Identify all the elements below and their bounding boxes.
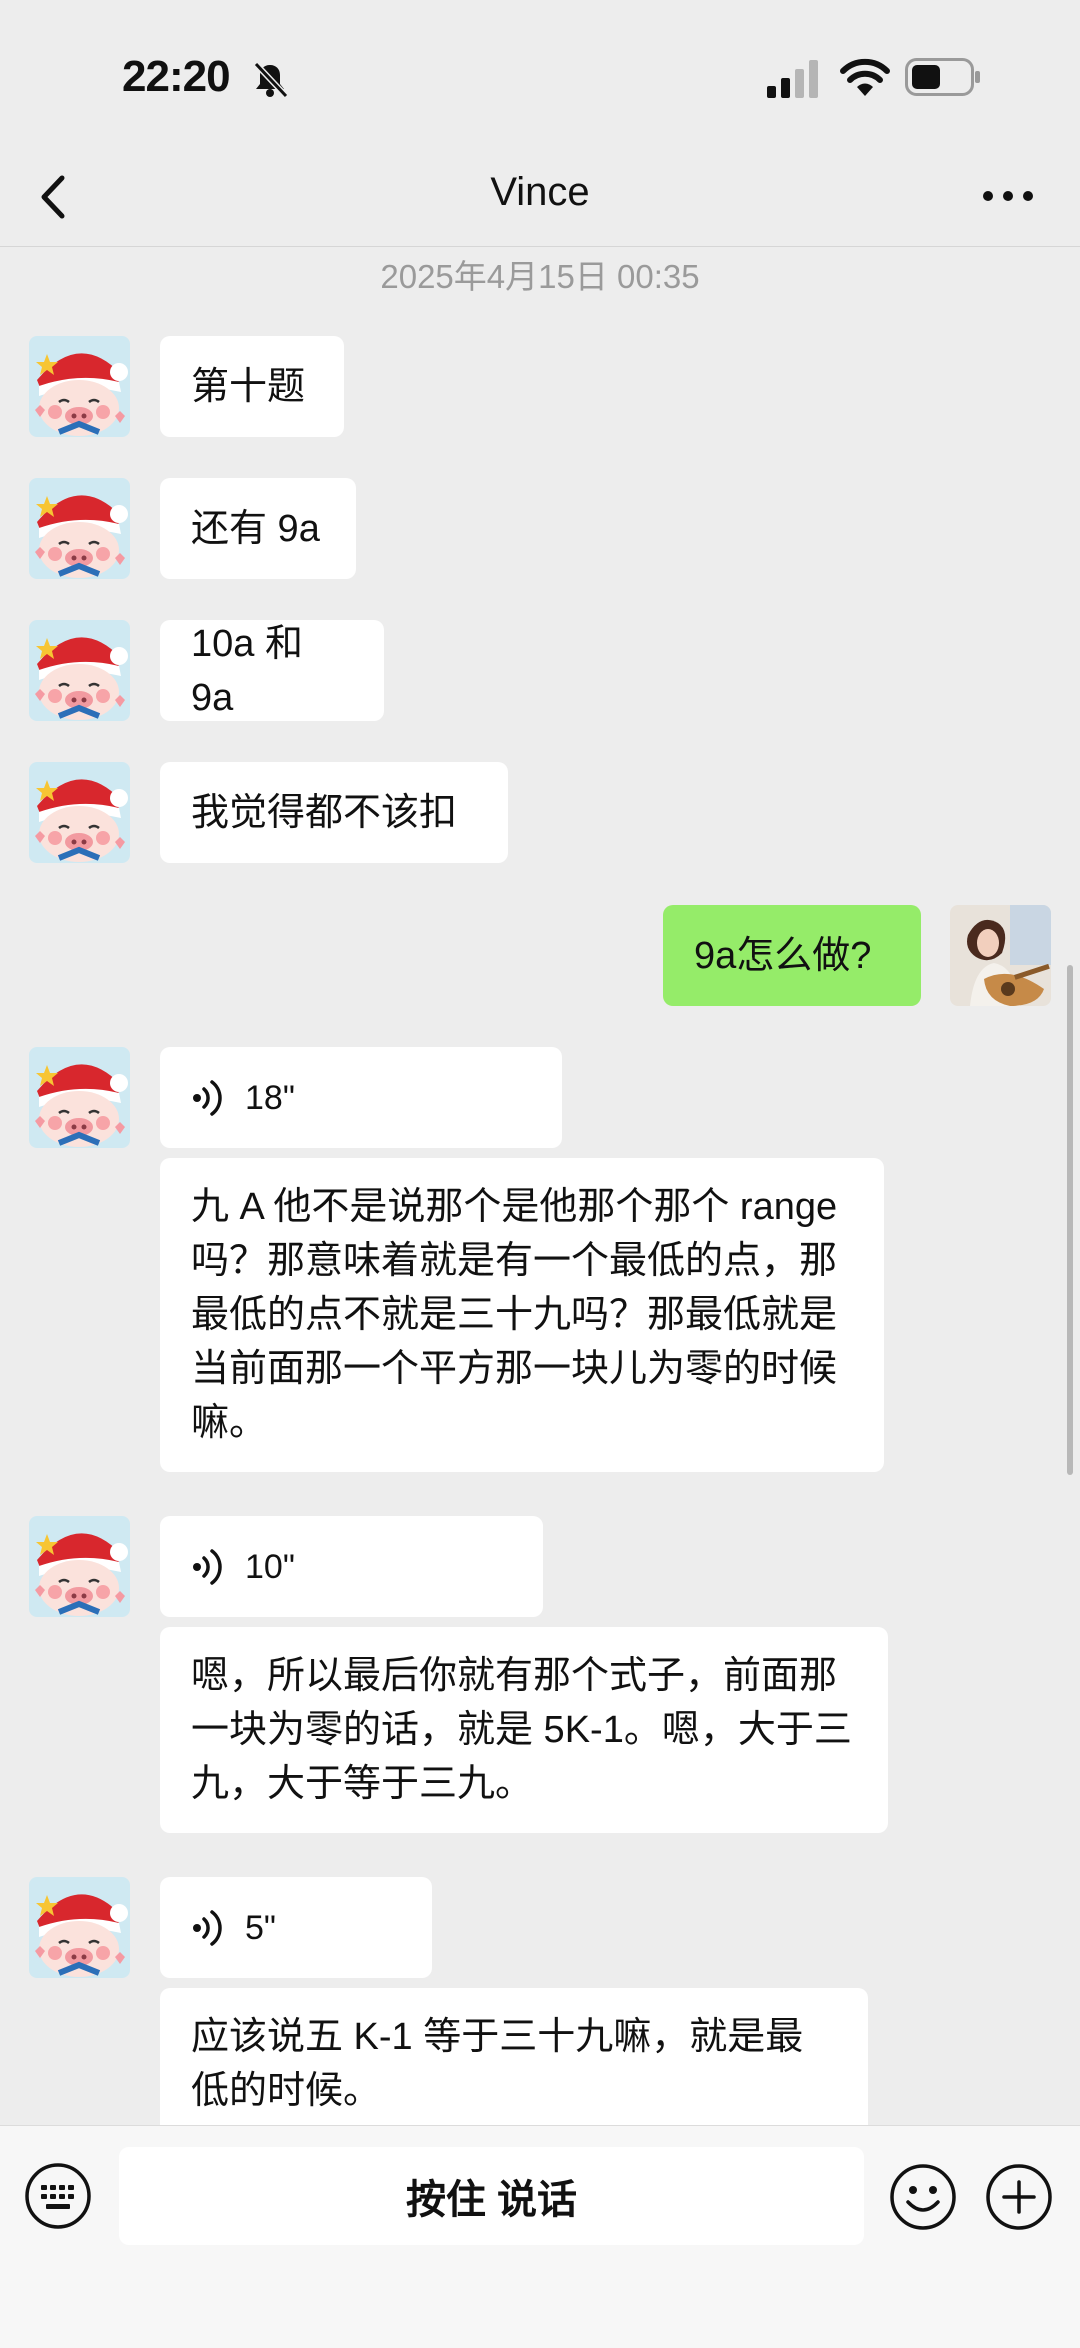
voice-message-bubble[interactable]: 5" — [160, 1877, 432, 1978]
wifi-icon — [840, 58, 890, 96]
voice-message-bubble[interactable]: 18" — [160, 1047, 562, 1148]
emoji-icon[interactable] — [888, 2162, 958, 2232]
message-text: 9a怎么做? — [694, 934, 872, 977]
contact-avatar[interactable] — [29, 336, 130, 437]
contact-avatar[interactable] — [29, 478, 130, 579]
status-time: 22:20 — [122, 52, 231, 101]
contact-avatar[interactable] — [29, 620, 130, 721]
keyboard-icon[interactable] — [24, 2162, 92, 2230]
chat-timestamp: 2025年4月15日 00:35 — [380, 258, 700, 295]
transcript-text: 应该说五 K-1 等于三十九嘛，就是最低的时候。 — [191, 2016, 804, 2112]
message-text: 第十题 — [191, 365, 306, 408]
contact-avatar[interactable] — [29, 762, 130, 863]
plus-icon[interactable] — [984, 2162, 1054, 2232]
message-bubble[interactable]: 我觉得都不该扣 — [160, 762, 508, 863]
chat-title: Vince — [490, 170, 590, 214]
hold-to-talk-button[interactable]: 按住 说话 — [119, 2147, 864, 2245]
voice-icon — [193, 1909, 222, 1946]
voice-duration: 5" — [245, 1908, 276, 1947]
more-icon[interactable] — [980, 176, 1036, 216]
message-bubble[interactable]: 10a 和 9a — [160, 620, 384, 721]
message-bubble[interactable]: 还有 9a — [160, 478, 356, 579]
voice-duration: 18" — [245, 1078, 295, 1117]
signal-icon — [767, 60, 818, 98]
transcript-text: 九 A 他不是说那个是他那个那个 range 吗？那意味着就是有一个最低的点，那… — [191, 1186, 838, 1444]
contact-avatar[interactable] — [29, 1877, 130, 1978]
message-text: 10a 和 9a — [191, 622, 303, 719]
transcript-text: 嗯，所以最后你就有那个式子，前面那一块为零的话，就是 5K-1。嗯，大于三九，大… — [191, 1655, 852, 1805]
voice-transcript[interactable]: 应该说五 K-1 等于三十九嘛，就是最低的时候。 — [160, 1988, 868, 2140]
mute-icon — [253, 61, 289, 99]
input-bar: 按住 说话 — [0, 2125, 1080, 2348]
voice-duration: 10" — [245, 1547, 295, 1586]
message-bubble[interactable]: 第十题 — [160, 336, 344, 437]
outgoing-message-bubble[interactable]: 9a怎么做? — [663, 905, 921, 1006]
nav-bar: Vince — [0, 150, 1080, 247]
voice-icon — [193, 1079, 222, 1116]
status-bar: 22:20 — [0, 0, 1080, 150]
voice-transcript[interactable]: 嗯，所以最后你就有那个式子，前面那一块为零的话，就是 5K-1。嗯，大于三九，大… — [160, 1627, 888, 1833]
contact-avatar[interactable] — [29, 1516, 130, 1617]
voice-icon — [193, 1548, 222, 1585]
message-text: 我觉得都不该扣 — [191, 791, 458, 834]
voice-message-bubble[interactable]: 10" — [160, 1516, 543, 1617]
scrollbar[interactable] — [1067, 965, 1073, 1475]
my-avatar[interactable] — [950, 905, 1051, 1006]
contact-avatar[interactable] — [29, 1047, 130, 1148]
battery-icon — [905, 58, 980, 96]
voice-transcript[interactable]: 九 A 他不是说那个是他那个那个 range 吗？那意味着就是有一个最低的点，那… — [160, 1158, 884, 1472]
message-text: 还有 9a — [191, 507, 320, 550]
